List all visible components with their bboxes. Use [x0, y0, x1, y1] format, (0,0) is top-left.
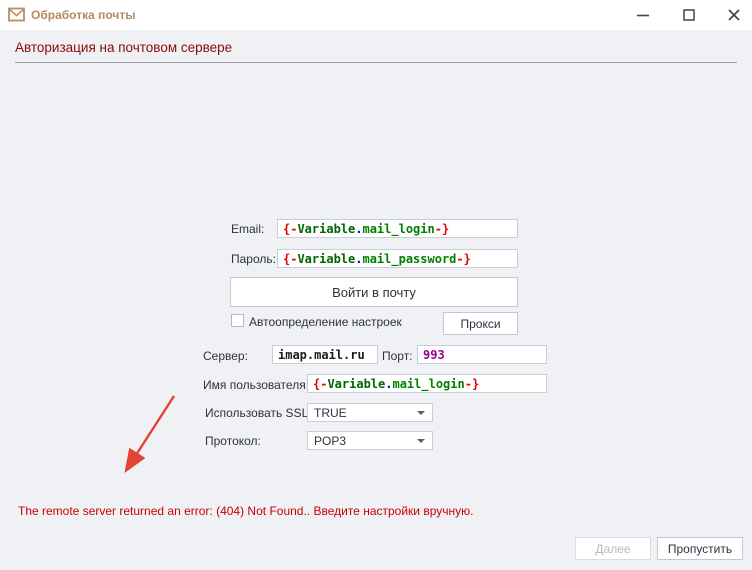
minimize-icon	[636, 8, 650, 22]
proxy-button[interactable]: Прокси	[443, 312, 518, 335]
server-input[interactable]: imap.mail.ru	[272, 345, 378, 364]
autodetect-checkbox[interactable]	[231, 314, 244, 327]
email-label: Email:	[231, 222, 264, 236]
red-arrow-icon	[105, 385, 190, 480]
maximize-button[interactable]	[671, 0, 707, 30]
port-label: Порт:	[382, 349, 413, 363]
email-value: {-	[283, 222, 297, 236]
password-label: Пароль:	[231, 252, 276, 266]
ssl-selected-value: TRUE	[314, 406, 347, 420]
page-title: Авторизация на почтовом сервере	[15, 40, 232, 55]
protocol-selected-value: POP3	[314, 434, 346, 448]
autodetect-label[interactable]: Автоопределение настроек	[249, 315, 402, 329]
close-icon	[727, 8, 741, 22]
username-label: Имя пользователя:	[203, 378, 309, 392]
maximize-icon	[682, 8, 696, 22]
envelope-icon	[8, 7, 25, 22]
username-value: {-	[313, 377, 327, 391]
username-input[interactable]: {-Variable.mail_login-}	[307, 374, 547, 393]
ssl-select[interactable]: TRUE	[307, 403, 433, 422]
titlebar: Обработка почты	[0, 0, 752, 30]
mail-processing-window: { "window": { "title": "Обработка почты"…	[0, 0, 752, 570]
email-input[interactable]: {-Variable.mail_login-}	[277, 219, 518, 238]
header-divider	[15, 62, 737, 63]
close-button[interactable]	[716, 0, 752, 30]
password-input[interactable]: {-Variable.mail_password-}	[277, 249, 518, 268]
port-input[interactable]: 993	[417, 345, 547, 364]
window-title: Обработка почты	[31, 8, 135, 22]
chevron-down-icon	[417, 439, 425, 443]
error-message: The remote server returned an error: (40…	[18, 504, 473, 518]
chevron-down-icon	[417, 411, 425, 415]
login-mail-button[interactable]: Войти в почту	[230, 277, 518, 307]
server-label: Сервер:	[203, 349, 248, 363]
ssl-label: Использовать SSL:	[205, 406, 312, 420]
next-button[interactable]: Далее	[575, 537, 651, 560]
minimize-button[interactable]	[625, 0, 661, 30]
protocol-label: Протокол:	[205, 434, 261, 448]
skip-button[interactable]: Пропустить	[657, 537, 743, 560]
password-value: {-	[283, 252, 297, 266]
protocol-select[interactable]: POP3	[307, 431, 433, 450]
